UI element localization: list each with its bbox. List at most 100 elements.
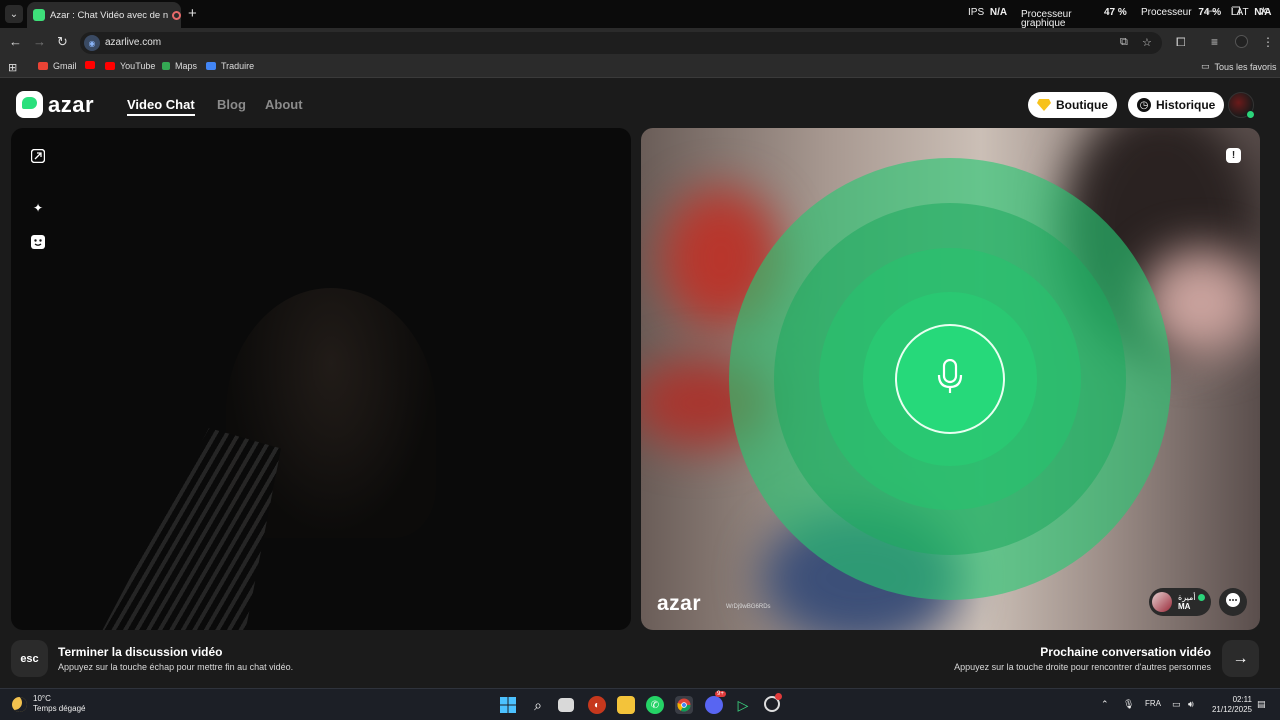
discord-icon[interactable]: 9+ bbox=[705, 691, 726, 714]
clock-icon: ◷ bbox=[1137, 98, 1151, 112]
discord-badge: 9+ bbox=[715, 691, 726, 697]
volume-icon[interactable]: 🔊︎ bbox=[1188, 699, 1194, 710]
system-clock[interactable]: 02:11 21/12/2025 bbox=[1208, 695, 1252, 715]
online-status-icon bbox=[1246, 110, 1255, 119]
apps-grid-icon[interactable]: ⊞ bbox=[8, 61, 17, 74]
partner-profile-chip[interactable]: أميرة MA bbox=[1149, 588, 1211, 616]
omnibox[interactable]: ◉ azarlive.com ⧉ ☆ bbox=[80, 32, 1162, 54]
microphone-tray-icon[interactable]: 🎙︎ bbox=[1123, 699, 1134, 710]
hud-gpu-value: 47 % bbox=[1104, 7, 1127, 18]
language-indicator[interactable]: FRA bbox=[1145, 699, 1161, 708]
tab-title: Azar : Chat Vidéo avec de n bbox=[50, 9, 169, 21]
tab-search-button[interactable]: ⌄ bbox=[5, 5, 23, 23]
avatar[interactable] bbox=[1228, 92, 1255, 119]
bookmarks-bar: ⊞ Gmail YouTube Maps Traduire ▭ Tous les… bbox=[0, 56, 1280, 78]
whatsapp-icon[interactable]: ✆ bbox=[646, 696, 664, 714]
notification-icon[interactable]: ▤ bbox=[1257, 699, 1266, 710]
bookmark-star-icon[interactable]: ☆ bbox=[1142, 36, 1152, 49]
maps-pin-icon bbox=[162, 62, 170, 70]
arrow-right-icon: → bbox=[1232, 649, 1249, 667]
network-icon[interactable]: ▭ bbox=[1172, 699, 1181, 710]
partner-info: أميرة MA bbox=[1178, 593, 1196, 611]
gmail-icon bbox=[38, 62, 48, 70]
minimize-icon[interactable]: — bbox=[1205, 5, 1216, 17]
microphone-icon bbox=[936, 358, 964, 400]
next-chat-button[interactable]: → bbox=[1222, 640, 1259, 677]
profile-icon[interactable] bbox=[1235, 35, 1248, 48]
end-chat-hint: Appuyez sur la touche échap pour mettre … bbox=[58, 662, 294, 672]
nav-about[interactable]: About bbox=[265, 97, 303, 112]
azar-favicon-icon bbox=[33, 9, 45, 21]
remote-video-panel: ! azar WrDj9wBG6RDs أميرة MA bbox=[641, 128, 1260, 630]
azar-logo[interactable]: azar bbox=[16, 91, 94, 118]
game-launcher-icon[interactable]: ◐ bbox=[588, 696, 606, 714]
azar-watermark: azar bbox=[657, 592, 702, 615]
play-store-icon[interactable]: ▷ bbox=[734, 696, 752, 714]
bookmark-maps[interactable]: Maps bbox=[162, 61, 197, 71]
recorder-icon[interactable] bbox=[764, 693, 782, 712]
logo-wordmark: azar bbox=[48, 91, 95, 117]
voice-mic-indicator bbox=[895, 324, 1005, 434]
gem-icon bbox=[1037, 98, 1051, 112]
windows-start-icon[interactable] bbox=[499, 696, 517, 714]
face-mask-icon[interactable] bbox=[30, 234, 46, 250]
all-bookmarks-folder[interactable]: ▭ Tous les favoris bbox=[1201, 61, 1277, 72]
file-explorer-icon[interactable] bbox=[617, 696, 635, 714]
translate-icon bbox=[206, 62, 216, 70]
restore-icon[interactable]: ❐ bbox=[1231, 5, 1241, 18]
next-chat-hint: Appuyez sur la touche droite pour rencon… bbox=[954, 662, 1211, 672]
browser-tab-bar: ⌄ Azar : Chat Vidéo avec de n ✕ + IPS N/… bbox=[0, 0, 1280, 29]
self-video-panel: ✦ bbox=[11, 128, 631, 630]
chat-button[interactable] bbox=[1219, 588, 1247, 616]
minimize-video-icon[interactable] bbox=[30, 148, 46, 164]
folder-icon: ▭ bbox=[1201, 61, 1210, 71]
self-video-clothing bbox=[101, 428, 281, 630]
boutique-button[interactable]: Boutique bbox=[1028, 92, 1117, 118]
weather-condition: Temps dégagé bbox=[33, 704, 86, 713]
back-icon[interactable]: ← bbox=[9, 34, 22, 49]
clock-time: 02:11 bbox=[1232, 695, 1252, 704]
forward-icon[interactable]: → bbox=[33, 34, 46, 49]
recording-indicator-icon bbox=[172, 10, 181, 20]
site-info-icon[interactable]: ◉ bbox=[84, 35, 100, 51]
install-app-icon[interactable]: ⧉ bbox=[1120, 36, 1128, 49]
chat-bubble-icon bbox=[1225, 592, 1241, 613]
bookmark-youtube[interactable]: YouTube bbox=[105, 61, 155, 71]
windows-taskbar: 10°C Temps dégagé ⌕ ◐ ✆ 9+ ▷ ⌃ 🎙︎ FRA ▭ … bbox=[0, 688, 1280, 720]
gender-badge-icon bbox=[1198, 594, 1205, 601]
effects-sparkle-icon[interactable]: ✦ bbox=[30, 200, 46, 216]
partner-avatar bbox=[1152, 592, 1172, 612]
report-shield-icon[interactable]: ! bbox=[1226, 148, 1241, 163]
browser-tab[interactable]: Azar : Chat Vidéo avec de n ✕ bbox=[27, 2, 181, 28]
address-toolbar: ← → ↻ ◉ azarlive.com ⧉ ☆ ⧠ ≡ ⋮ bbox=[0, 28, 1280, 56]
nav-blog[interactable]: Blog bbox=[217, 97, 246, 112]
hud-gpu-label: Processeur graphique bbox=[1021, 9, 1072, 29]
more-menu-icon[interactable]: ⋮ bbox=[1262, 35, 1274, 49]
reload-icon[interactable]: ↻ bbox=[57, 34, 68, 50]
next-chat-title: Prochaine conversation vidéo bbox=[1040, 645, 1211, 659]
extensions-icon[interactable]: ⧠ bbox=[1176, 35, 1186, 50]
chevron-down-icon: ⌄ bbox=[9, 8, 19, 20]
partner-country: MA bbox=[1178, 602, 1191, 611]
watermark-id: WrDj9wBG6RDs bbox=[726, 604, 771, 610]
bookmark-gmail[interactable]: Gmail bbox=[38, 61, 77, 71]
recording-dot-icon bbox=[775, 693, 782, 700]
search-icon[interactable]: ⌕ bbox=[529, 696, 547, 714]
moon-icon bbox=[12, 696, 27, 712]
new-tab-button[interactable]: + bbox=[188, 5, 197, 22]
task-view-icon[interactable] bbox=[558, 698, 574, 712]
youtube-icon bbox=[105, 62, 115, 70]
nav-video-chat[interactable]: Video Chat bbox=[127, 97, 195, 116]
esc-key-button[interactable]: esc bbox=[11, 640, 48, 677]
chrome-icon[interactable] bbox=[675, 696, 693, 714]
historique-button[interactable]: ◷ Historique bbox=[1128, 92, 1225, 118]
chevron-up-icon[interactable]: ⌃ bbox=[1101, 699, 1109, 710]
media-controls-icon[interactable]: ≡ bbox=[1211, 35, 1218, 49]
azar-page: azar Video Chat Blog About Boutique ◷ Hi… bbox=[0, 79, 1280, 688]
close-window-icon[interactable]: ✕ bbox=[1259, 5, 1268, 18]
bookmark-traduire[interactable]: Traduire bbox=[206, 61, 254, 71]
url-text: azarlive.com bbox=[105, 37, 162, 48]
azar-logo-icon bbox=[16, 91, 43, 118]
bookmark-youtube-short[interactable] bbox=[85, 61, 100, 69]
weather-widget[interactable]: 10°C Temps dégagé bbox=[12, 694, 85, 714]
